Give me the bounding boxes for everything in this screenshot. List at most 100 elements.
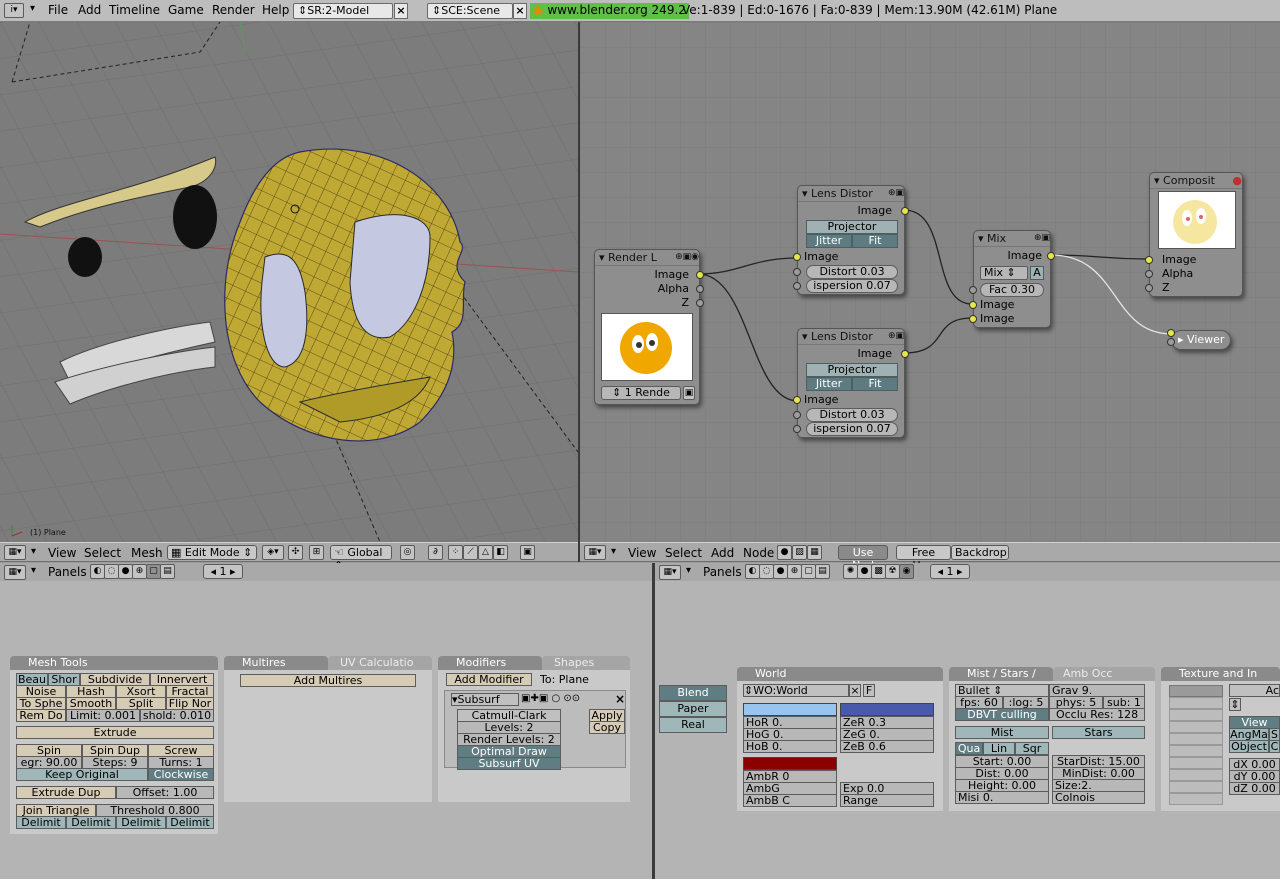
mist-toggle[interactable]: Mist [955, 726, 1049, 739]
screen-selector[interactable]: ⇕SR:2-Model [293, 3, 393, 19]
collapse-icon[interactable]: ▾ [611, 546, 616, 557]
lens2-in-socket[interactable] [793, 396, 801, 404]
threshold-field[interactable]: shold: 0.010 [140, 709, 214, 722]
lens2-jitter-toggle[interactable]: Jitter [806, 377, 852, 391]
mix-alpha-toggle[interactable]: A [1030, 266, 1044, 280]
mix-in2-socket[interactable] [969, 315, 977, 323]
clockwise-toggle[interactable]: Clockwise [148, 768, 214, 781]
node-menu-view[interactable]: View [628, 546, 656, 560]
add-texture-button[interactable]: Ac [1229, 684, 1280, 697]
zenith-blue-slider[interactable]: ZeB 0.6 [840, 740, 934, 753]
zenith-color-swatch[interactable] [840, 703, 934, 716]
subsurf-name-field[interactable]: ▾Subsurf [451, 693, 519, 706]
blender-url[interactable]: ◉ www.blender.org 249.2 [530, 3, 689, 19]
delimit-toggle-3[interactable]: Delimit [116, 816, 166, 829]
world-context-icon[interactable]: ◉ [899, 564, 914, 579]
lens1-distort-field[interactable]: Distort 0.03 [806, 265, 898, 279]
lens1-distort-socket[interactable] [793, 268, 801, 276]
3d-viewport[interactable]: (1) Plane [0, 22, 578, 542]
composite-nodes-icon[interactable]: ▨ [792, 545, 807, 560]
editor-type-icon[interactable]: ▦▾ [4, 545, 26, 560]
render-z-socket[interactable] [696, 299, 704, 307]
edge-select-icon[interactable]: ⟋ [463, 545, 478, 560]
lens1-out-socket[interactable] [901, 207, 909, 215]
dz-field[interactable]: dZ 0.00 [1229, 782, 1280, 795]
menu-timeline[interactable]: Timeline [109, 3, 160, 17]
editing-context-icon[interactable]: ▢ [146, 564, 161, 579]
modifiers-tab[interactable]: Modifiers [438, 656, 542, 670]
remove-doubles-button[interactable]: Rem Do [16, 709, 66, 722]
collapse-icon[interactable]: ▾ [30, 3, 35, 14]
color-noise-slider[interactable]: Colnois [1052, 791, 1145, 804]
mix-fac-socket[interactable] [969, 286, 977, 294]
render-image-socket[interactable] [696, 271, 704, 279]
frame-number-field[interactable]: ◂ 1 ▸ [930, 564, 970, 579]
delimit-toggle-2[interactable]: Delimit [66, 816, 116, 829]
composite-node[interactable]: ▾ Composit ● Image Alpha Z [1145, 172, 1243, 297]
extrude-dup-button[interactable]: Extrude Dup [16, 786, 116, 799]
node-options-icon[interactable]: ⊕▣◉ [675, 250, 699, 265]
mix-fac-field[interactable]: Fac 0.30 [980, 283, 1044, 297]
texture-context-icon[interactable]: ▩ [871, 564, 886, 579]
keep-original-toggle[interactable]: Keep Original [16, 768, 148, 781]
add-modifier-button[interactable]: Add Modifier [446, 673, 532, 686]
editing-context-icon[interactable]: ▢ [801, 564, 816, 579]
menu-add[interactable]: Add [78, 3, 101, 17]
render-layers-header[interactable]: ▾ Render L ⊕▣◉ [595, 250, 699, 266]
menu-help[interactable]: Help [262, 3, 289, 17]
node-menu-select[interactable]: Select [665, 546, 702, 560]
world-unlink-button[interactable]: × [849, 684, 861, 697]
horizon-color-swatch[interactable] [743, 703, 837, 716]
world-header[interactable]: World [737, 667, 943, 681]
render-layer-icon[interactable]: ▣ [683, 386, 695, 400]
mix-node[interactable]: ▾ Mix ⊕▣ Image Mix ⇕ A Fac 0.30 Image Im… [969, 230, 1055, 328]
node-menu-node[interactable]: Node [743, 546, 774, 560]
mix-header[interactable]: ▾ Mix ⊕▣ [974, 231, 1050, 247]
buttons-window-left[interactable]: ▦▾ ▾ Panels ◐ ◌ ● ⊕ ▢ ▤ ◂ 1 ▸ Mesh Tools… [0, 563, 652, 879]
lens1-header[interactable]: ▾ Lens Distor ⊕▣ [798, 186, 904, 202]
free-unused-button[interactable]: Free Unu [896, 545, 951, 572]
menu-game[interactable]: Game [168, 3, 204, 17]
view3d-menu-view[interactable]: View [48, 546, 76, 560]
collapse-icon[interactable]: ▾ [31, 565, 36, 576]
modifier-visibility-icons[interactable]: ▣✚▣ ○ ⊙⊙ [521, 693, 580, 704]
mode-selector[interactable]: ▦ Edit Mode ⇕ [167, 545, 257, 560]
script-context-icon[interactable]: ◌ [104, 564, 119, 579]
lens-distortion-node-1[interactable]: ▾ Lens Distor ⊕▣ Image Projector Jitter … [793, 185, 909, 295]
mesh-tools-header[interactable]: Mesh Tools [10, 656, 218, 670]
sqrt-toggle[interactable]: Sqr [1015, 742, 1049, 755]
menu-render[interactable]: Render [212, 3, 255, 17]
occlusion-res-field[interactable]: Occlu Res: 128 [1049, 708, 1145, 721]
vertex-select-icon[interactable]: ⁘ [448, 545, 463, 560]
stars-toggle[interactable]: Stars [1052, 726, 1145, 739]
lens-distortion-node-2[interactable]: ▾ Lens Distor ⊕▣ Image Projector Jitter … [793, 328, 909, 438]
shading-context-icon[interactable]: ● [773, 564, 788, 579]
lens2-projector-toggle[interactable]: Projector [806, 363, 898, 377]
texture-browse-button[interactable]: ⇕ [1229, 698, 1241, 711]
dbvt-culling-toggle[interactable]: DBVT culling [955, 708, 1049, 721]
lens2-out-socket[interactable] [901, 350, 909, 358]
lens1-dispersion-field[interactable]: ispersion 0.07 [806, 279, 898, 293]
viewer-image-socket[interactable] [1167, 329, 1175, 337]
object-context-icon[interactable]: ⊕ [132, 564, 147, 579]
lens1-projector-toggle[interactable]: Projector [806, 220, 898, 234]
material-context-icon[interactable]: ● [857, 564, 872, 579]
ambient-color-swatch[interactable] [743, 757, 837, 770]
buttons-window-right[interactable]: ▦▾ ▾ Panels ◐ ◌ ● ⊕ ▢ ▤ ✺ ● ▩ ☢ ◉ ◂ 1 ▸ … [655, 563, 1280, 879]
modifier-close-icon[interactable]: × [615, 692, 625, 706]
viewer-alpha-socket[interactable] [1167, 338, 1175, 346]
quadratic-toggle[interactable]: Qua [955, 742, 983, 755]
lens2-dispersion-field[interactable]: ispersion 0.07 [806, 422, 898, 436]
shading-context-icon[interactable]: ● [118, 564, 133, 579]
editor-type-icon[interactable]: ▦▾ [584, 545, 606, 560]
render-icon[interactable]: ▣ [520, 545, 535, 560]
logic-context-icon[interactable]: ◐ [745, 564, 760, 579]
cube-toggle[interactable]: C [1269, 740, 1280, 753]
object-context-icon[interactable]: ⊕ [787, 564, 802, 579]
frame-number-field[interactable]: ◂ 1 ▸ [203, 564, 243, 579]
snap-icon[interactable]: ∂ [428, 545, 443, 560]
lens2-header[interactable]: ▾ Lens Distor ⊕▣ [798, 329, 904, 345]
menu-file[interactable]: File [48, 3, 68, 17]
lens2-distort-field[interactable]: Distort 0.03 [806, 408, 898, 422]
mix-out-socket[interactable] [1047, 252, 1055, 260]
